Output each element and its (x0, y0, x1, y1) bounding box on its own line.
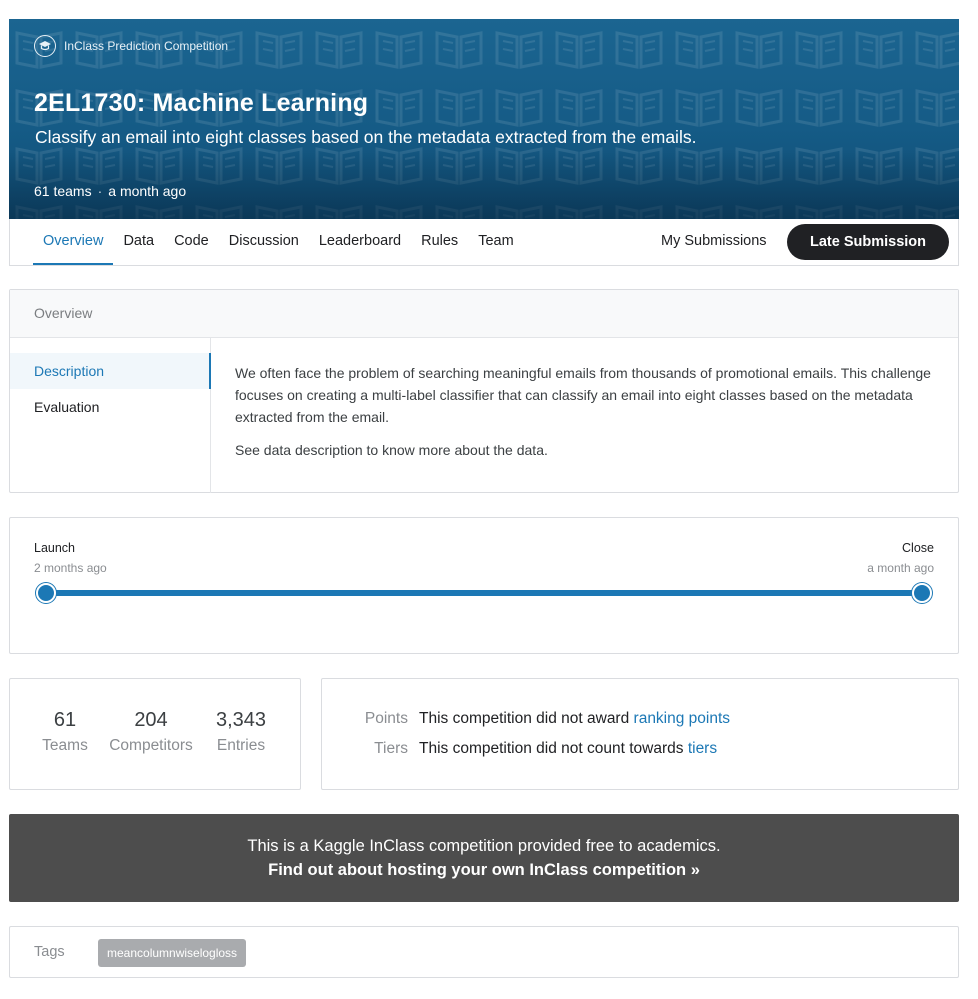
tab-data[interactable]: Data (113, 219, 164, 265)
stat-value: 61 (53, 709, 77, 731)
timeline-card: Launch 2 months ago Close a month ago (9, 517, 959, 654)
tiers-value: This competition did not count towards t… (419, 740, 717, 758)
tiers-link[interactable]: tiers (688, 740, 717, 757)
timeline-progress (46, 590, 922, 596)
stat-value: 204 (134, 709, 168, 731)
tab-code[interactable]: Code (164, 219, 219, 265)
overview-sidebar: Description Evaluation (10, 338, 211, 493)
description-paragraph: See data description to know more about … (235, 442, 548, 458)
timeline-end-marker[interactable] (912, 583, 932, 603)
timeline-track (46, 590, 922, 596)
competition-nav: Overview Data Code Discussion Leaderboar… (9, 219, 959, 266)
late-submission-button[interactable]: Late Submission (787, 224, 949, 260)
meta-separator: · (97, 183, 103, 199)
inclass-hosting-link[interactable]: Find out about hosting your own InClass … (9, 861, 959, 880)
competition-type: InClass Prediction Competition (34, 35, 228, 57)
overview-heading: Overview (10, 290, 958, 338)
stat-competitors[interactable]: 204 Competitors (102, 709, 200, 755)
points-value: This competition did not award ranking p… (419, 710, 730, 728)
overview-card: Overview Description Evaluation We often… (9, 289, 959, 493)
launch-label: Launch (34, 541, 76, 555)
stat-entries[interactable]: 3,343 Entries (206, 709, 276, 755)
inclass-message: This is a Kaggle InClass competition pro… (247, 837, 721, 855)
tags-label: Tags (34, 944, 65, 960)
my-submissions-link[interactable]: My Submissions (661, 219, 767, 265)
teams-count[interactable]: 61 teams (34, 183, 92, 199)
tab-rules[interactable]: Rules (411, 219, 468, 265)
deadline-time: a month ago (108, 183, 187, 199)
tiers-text: This competition did not count towards (419, 740, 688, 757)
competition-title: 2EL1730: Machine Learning (34, 89, 369, 117)
tab-overview[interactable]: Overview (33, 219, 114, 265)
stat-teams[interactable]: 61 Teams (34, 709, 96, 755)
description-body: We often face the problem of searching m… (235, 362, 935, 461)
graduation-cap-icon (34, 35, 56, 57)
description-paragraph: We often face the problem of searching m… (235, 365, 931, 425)
sidebar-item-evaluation[interactable]: Evaluation (10, 389, 210, 425)
points-text: This competition did not award (419, 710, 634, 727)
tiers-key: Tiers (374, 740, 408, 757)
ranking-points-link[interactable]: ranking points (634, 710, 731, 727)
competition-type-label: InClass Prediction Competition (64, 39, 229, 53)
points-key: Points (364, 710, 408, 727)
inclass-banner: This is a Kaggle InClass competition pro… (9, 814, 959, 902)
launch-time: 2 months ago (34, 561, 107, 575)
sidebar-item-description[interactable]: Description (10, 353, 211, 389)
timeline-start-marker[interactable] (36, 583, 56, 603)
points-card: Points This competition did not award ra… (321, 678, 959, 790)
stat-value: 3,343 (215, 709, 267, 731)
tab-discussion[interactable]: Discussion (219, 219, 309, 265)
stat-label: Entries (216, 737, 266, 754)
competition-subtitle: Classify an email into eight classes bas… (35, 127, 697, 147)
stat-label: Competitors (109, 737, 193, 754)
tab-team[interactable]: Team (468, 219, 523, 265)
close-label: Close (902, 541, 934, 555)
close-time: a month ago (867, 561, 934, 575)
stats-card: 61 Teams 204 Competitors 3,343 Entries (9, 678, 301, 790)
tag-chip[interactable]: meancolumnwiselogloss (98, 939, 247, 967)
nav-tabs: Overview Data Code Discussion Leaderboar… (33, 219, 524, 265)
tab-leaderboard[interactable]: Leaderboard (309, 219, 411, 265)
competition-meta: 61 teams · a month ago (34, 183, 186, 199)
tags-card: Tags meancolumnwiselogloss (9, 926, 959, 978)
competition-header: InClass Prediction Competition 2EL1730: … (9, 19, 959, 219)
stat-label: Teams (42, 737, 88, 754)
